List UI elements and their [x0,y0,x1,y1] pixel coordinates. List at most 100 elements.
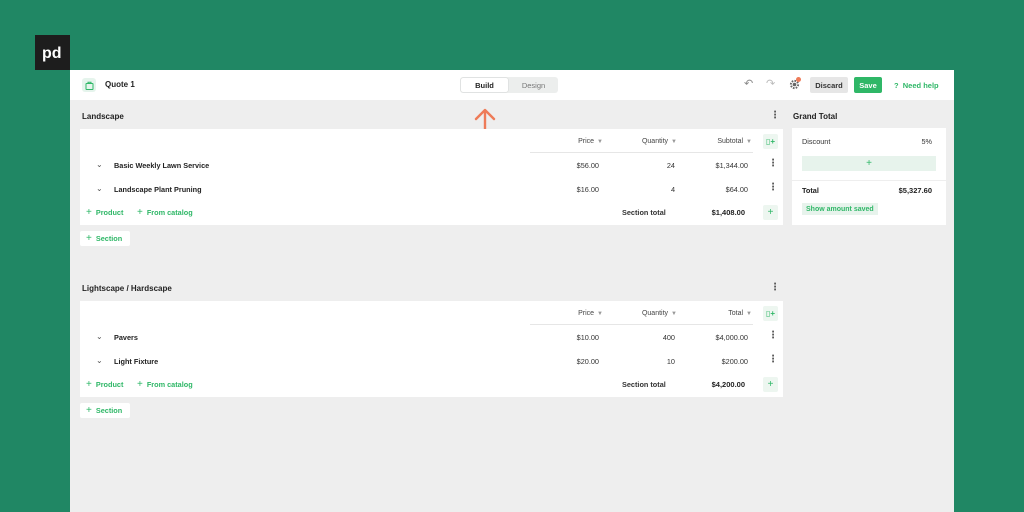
top-bar: Quote 1 Build Design ↶ ↷ Discard Save ? … [70,70,954,100]
add-from-catalog-link[interactable]: + From catalog [137,379,193,390]
need-help-link[interactable]: ? Need help [894,81,939,90]
section-menu-icon[interactable]: ⋮ [770,283,780,293]
column-header-price[interactable]: Price ▼ [578,310,603,317]
item-total: $200.00 [721,357,748,366]
column-subtotal-label: Subtotal [717,138,744,145]
section-card-lightscape: Price ▼ Quantity ▼ Total ▼ ▯+ ⌄ Pavers $10.… [80,301,783,397]
add-product-label: Product [95,380,124,389]
add-catalog-label: From catalog [146,208,193,217]
discount-label[interactable]: Discount [802,137,830,146]
column-quantity-label: Quantity [641,138,669,145]
section-total-value: $4,200.00 [711,380,745,389]
plus-icon: + [137,379,143,390]
row-menu-icon[interactable]: ⋮ [768,354,778,365]
table-row[interactable]: ⌄ Pavers $10.00 400 $4,000.00 ⋮ [80,327,783,347]
show-amount-saved-button[interactable]: Show amount saved [802,203,878,215]
quote-editor: Quote 1 Build Design ↶ ↷ Discard Save ? … [70,70,954,512]
add-product-label: Product [95,208,124,217]
item-quantity[interactable]: 10 [667,357,675,366]
settings-gear-icon[interactable] [788,77,801,90]
item-price[interactable]: $56.00 [577,161,599,170]
chevron-down-icon[interactable]: ⌄ [96,184,103,193]
plus-icon: + [86,207,92,218]
save-button[interactable]: Save [854,77,882,93]
add-catalog-label: From catalog [146,380,193,389]
item-name[interactable]: Pavers [114,333,138,342]
add-section-button[interactable]: + Section [80,403,130,418]
table-row[interactable]: ⌄ Landscape Plant Pruning $16.00 4 $64.0… [80,179,783,199]
item-quantity[interactable]: 400 [663,333,675,342]
section-total-label: Section total [622,380,666,389]
redo-icon[interactable]: ↷ [766,79,775,90]
add-section-label: Section [95,406,123,415]
row-menu-icon[interactable]: ⋮ [768,182,778,193]
header-divider [530,324,753,325]
add-from-catalog-link[interactable]: + From catalog [137,207,193,218]
plus-icon: + [86,379,92,390]
column-price-label: Price [578,310,595,317]
section-card-landscape: Price ▼ Quantity ▼ Subtotal ▼ ▯+ ⌄ Basic We… [80,129,783,225]
row-menu-icon[interactable]: ⋮ [768,158,778,169]
add-product-link[interactable]: + Product [86,207,123,218]
add-row-plus-icon[interactable]: + [763,377,778,392]
document-title[interactable]: Quote 1 [105,80,135,89]
item-price[interactable]: $16.00 [577,185,599,194]
column-price-label: Price [578,138,595,145]
section-menu-icon[interactable]: ⋮ [770,111,780,121]
mode-switcher: Build Design [460,77,558,93]
item-name[interactable]: Basic Weekly Lawn Service [114,161,209,170]
chevron-down-icon[interactable]: ⌄ [96,160,103,169]
add-section-button[interactable]: + Section [80,231,130,246]
discount-value[interactable]: 5% [921,137,932,146]
divider [792,180,946,181]
column-header-total[interactable]: Total ▼ [728,310,752,317]
column-header-subtotal[interactable]: Subtotal ▼ [717,138,752,145]
help-icon: ? [894,81,899,90]
header-divider [530,152,753,153]
column-header-quantity[interactable]: Quantity ▼ [642,310,677,317]
table-row[interactable]: ⌄ Basic Weekly Lawn Service $56.00 24 $1… [80,155,783,175]
chevron-down-icon[interactable]: ⌄ [96,356,103,365]
add-column-icon[interactable]: ▯+ [763,306,778,321]
caret-down-icon: ▼ [671,311,677,317]
item-name[interactable]: Light Fixture [114,357,158,366]
add-adjustment-plus-icon[interactable]: + [802,156,936,171]
chevron-down-icon[interactable]: ⌄ [96,332,103,341]
add-row-plus-icon[interactable]: + [763,205,778,220]
item-price[interactable]: $10.00 [577,333,599,342]
svg-text:pd: pd [42,45,62,62]
section-title[interactable]: Lightscape / Hardscape [82,284,172,293]
pandadoc-logo: pd [35,35,70,70]
item-total: $4,000.00 [715,333,748,342]
total-label: Total [802,186,819,195]
section-title[interactable]: Landscape [82,112,124,121]
item-name[interactable]: Landscape Plant Pruning [114,185,202,194]
section-total-label: Section total [622,208,666,217]
notification-dot [796,77,801,82]
tab-build[interactable]: Build [461,78,508,92]
plus-icon: + [137,207,143,218]
item-quantity[interactable]: 24 [667,161,675,170]
item-quantity[interactable]: 4 [671,185,675,194]
grand-total-title: Grand Total [793,112,838,121]
column-quantity-label: Quantity [641,310,669,317]
undo-icon[interactable]: ↶ [744,79,753,90]
plus-icon: + [86,233,92,244]
need-help-label: Need help [902,81,939,90]
item-subtotal: $64.00 [725,185,748,194]
add-column-icon[interactable]: ▯+ [763,134,778,149]
tab-design[interactable]: Design [510,78,557,92]
document-icon[interactable] [82,78,96,92]
table-row[interactable]: ⌄ Light Fixture $20.00 10 $200.00 ⋮ [80,351,783,371]
total-value: $5,327.60 [898,186,932,195]
item-price[interactable]: $20.00 [577,357,599,366]
add-section-label: Section [95,234,123,243]
add-product-link[interactable]: + Product [86,379,123,390]
caret-down-icon: ▼ [671,139,677,145]
pd-logo-icon: pd [42,45,62,62]
column-total-label: Total [728,310,744,317]
row-menu-icon[interactable]: ⋮ [768,330,778,341]
column-header-price[interactable]: Price ▼ [578,138,603,145]
column-header-quantity[interactable]: Quantity ▼ [642,138,677,145]
discard-button[interactable]: Discard [810,77,848,93]
